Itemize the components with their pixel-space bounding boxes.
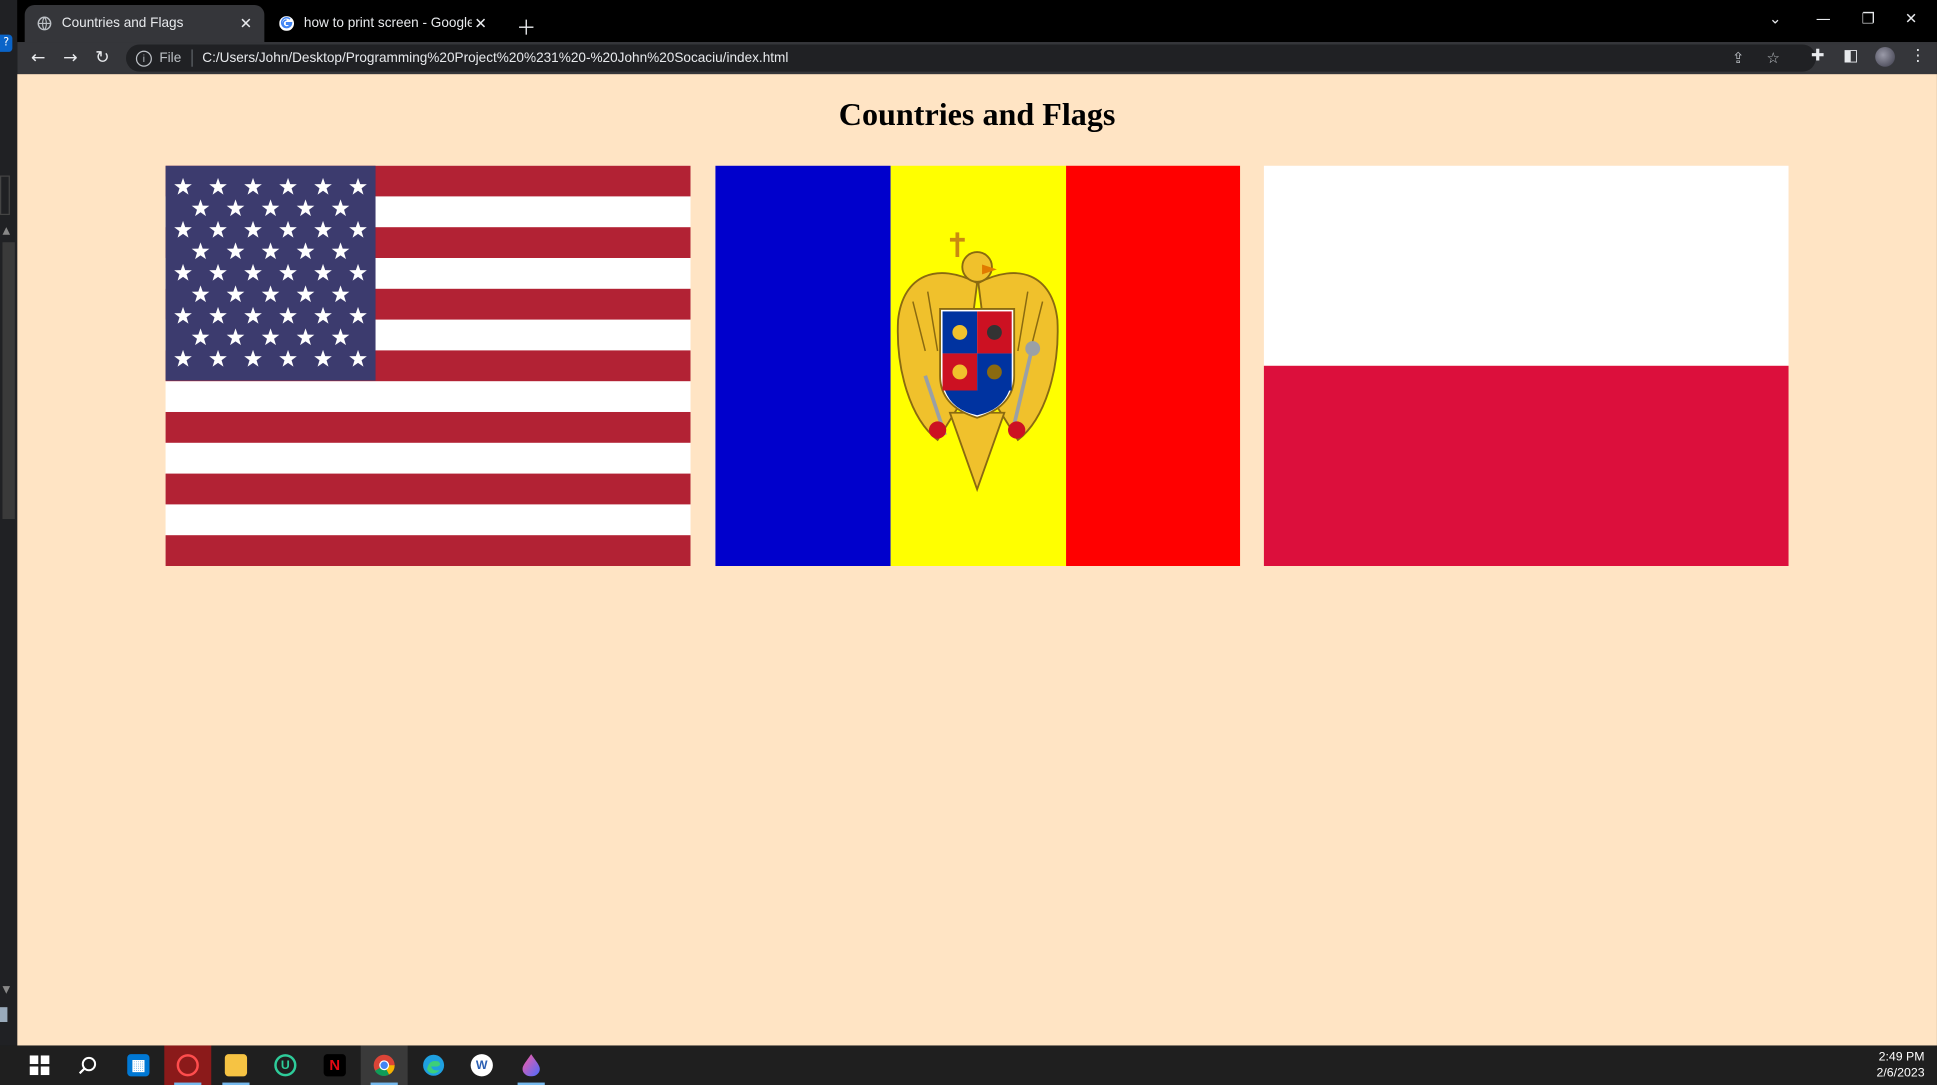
windows-start-icon	[29, 1055, 50, 1076]
system-clock[interactable]: 2:49 PM 2/6/2023	[1876, 1049, 1924, 1081]
windows-start-button[interactable]	[16, 1045, 63, 1085]
help-badge: ?	[0, 34, 13, 52]
opera-icon	[176, 1054, 199, 1077]
scroll-up-arrow-icon[interactable]: ▲	[2, 225, 10, 236]
close-tab-icon[interactable]: ✕	[472, 15, 489, 32]
address-separator	[191, 49, 193, 67]
scroll-down-arrow-icon[interactable]: ▼	[2, 984, 10, 995]
edge-glyph	[0, 1007, 8, 1023]
extensions-puzzle-icon[interactable]: ✚	[1811, 47, 1824, 66]
taskbar-netflix[interactable]: N	[311, 1045, 358, 1085]
w-app-icon: W	[470, 1054, 493, 1077]
globe-icon	[37, 16, 52, 31]
address-scheme-label: File	[159, 50, 182, 66]
page-viewport: Countries and Flags	[17, 74, 1937, 1046]
usa-red-stripe	[165, 535, 691, 566]
file-explorer-icon	[224, 1054, 248, 1077]
page-title: Countries and Flags	[838, 96, 1116, 133]
taskbar-search[interactable]	[64, 1045, 111, 1085]
clock-date: 2/6/2023	[1876, 1066, 1925, 1081]
edge-icon	[423, 1054, 445, 1076]
minimize-icon[interactable]: —	[1816, 10, 1831, 27]
windows-taskbar: ▦ U N W 2:49 PM 2/6/2023	[0, 1045, 1937, 1085]
address-bar[interactable]: i File C:/Users/John/Desktop/Programming…	[126, 44, 1816, 72]
u-app-icon: U	[274, 1054, 297, 1077]
reload-icon[interactable]: ↻	[91, 47, 113, 69]
background-window-edge: ? ▲ ▼	[0, 0, 18, 1046]
google-icon	[279, 16, 295, 31]
flag-usa	[165, 165, 691, 566]
chrome-icon	[373, 1054, 395, 1076]
usa-red-stripe	[165, 411, 691, 443]
store-icon: ▦	[127, 1054, 150, 1077]
clock-time: 2:49 PM	[1878, 1050, 1925, 1065]
flag-poland	[1263, 165, 1789, 566]
taskbar-drop-app[interactable]	[508, 1045, 555, 1085]
address-url[interactable]: C:/Users/John/Desktop/Programming%20Proj…	[202, 51, 788, 66]
usa-red-stripe	[165, 473, 691, 505]
taskbar-chrome[interactable]	[360, 1045, 408, 1085]
share-icon[interactable]: ⇪	[1732, 49, 1744, 66]
scrollbar-thumb[interactable]	[2, 242, 15, 520]
bookmark-star-icon[interactable]: ☆	[1766, 49, 1779, 66]
search-icon	[78, 1056, 97, 1075]
new-tab-icon[interactable]: ＋	[516, 11, 536, 41]
taskbar-store[interactable]: ▦	[115, 1045, 162, 1085]
taskbar-file-explorer[interactable]	[212, 1045, 259, 1085]
taskbar-w-app[interactable]: W	[458, 1045, 505, 1085]
tab-title: Countries and Flags	[61, 16, 184, 31]
forward-arrow-icon[interactable]: →	[59, 47, 81, 69]
menu-kebab-icon[interactable]: ⋮	[1910, 47, 1926, 66]
tab-how-to-print-screen[interactable]: how to print screen - Google Sea ✕	[266, 4, 500, 43]
flag-moldova	[715, 165, 1241, 566]
tab-countries-and-flags[interactable]: Countries and Flags ✕	[24, 4, 265, 43]
site-info-icon[interactable]: i	[135, 50, 152, 67]
taskbar-edge[interactable]	[410, 1045, 457, 1085]
tab-strip: Countries and Flags ✕ how to print scree…	[17, 0, 1937, 43]
moldova-flag-image	[715, 165, 1241, 566]
browser-toolbar: ← → ↻ i File C:/Users/John/Desktop/Progr…	[17, 42, 1937, 75]
restore-icon[interactable]: ❐	[1862, 10, 1875, 27]
usa-flag-image	[165, 165, 691, 566]
poland-flag-image	[1263, 165, 1789, 566]
profile-avatar[interactable]	[1875, 46, 1895, 67]
drop-app-icon	[522, 1054, 540, 1077]
close-tab-icon[interactable]: ✕	[237, 15, 254, 32]
tab-search-chevron-icon[interactable]: ⌄	[1769, 10, 1781, 27]
taskbar-opera[interactable]	[164, 1045, 212, 1085]
close-window-icon[interactable]: ✕	[1905, 10, 1917, 27]
taskbar-u-app[interactable]: U	[262, 1045, 309, 1085]
back-arrow-icon[interactable]: ←	[27, 47, 49, 69]
tab-title: how to print screen - Google Sea	[303, 16, 472, 31]
netflix-icon: N	[323, 1054, 346, 1077]
side-panel-icon[interactable]: ◧	[1843, 47, 1858, 66]
panel-edge	[0, 175, 10, 216]
